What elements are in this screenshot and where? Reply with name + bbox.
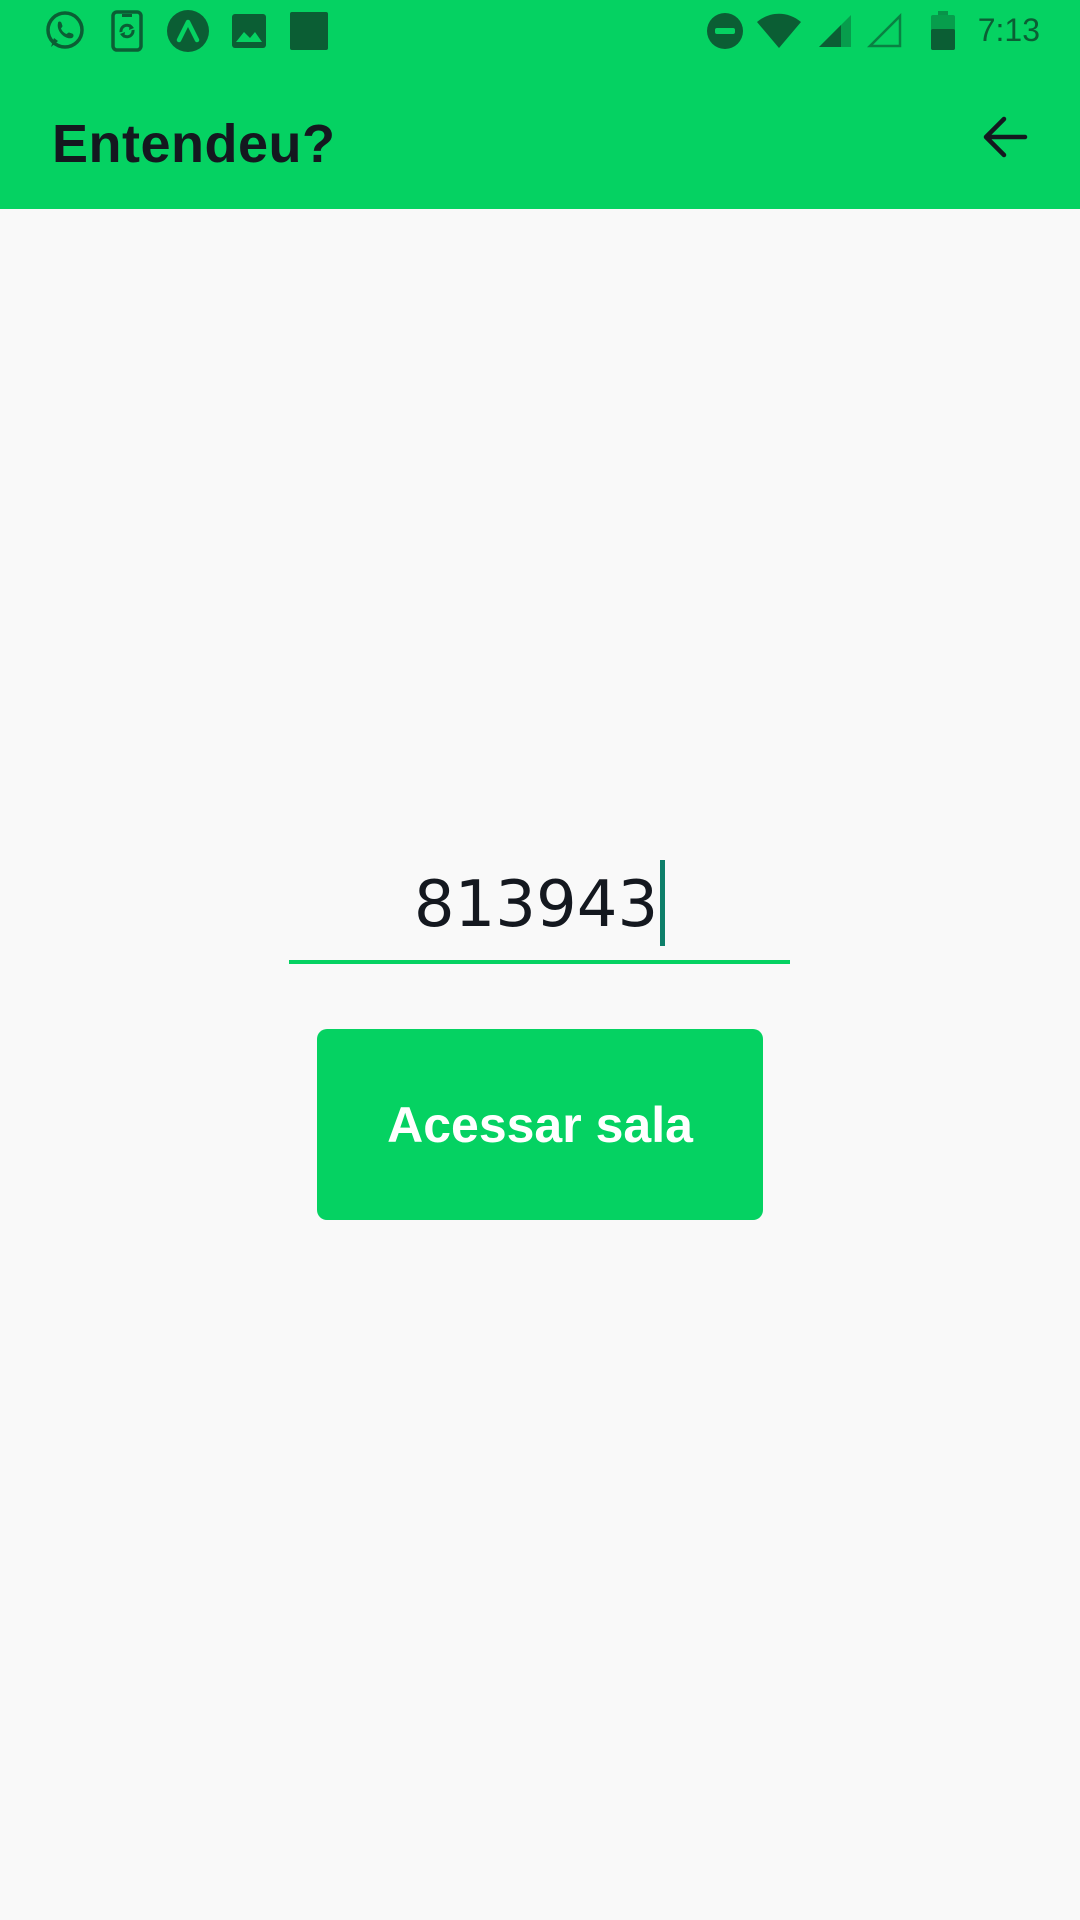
app-bar: Entendeu? [0,63,1080,209]
signal-empty-icon [862,8,908,54]
back-button[interactable] [970,107,1040,167]
phone-sync-icon [104,8,150,54]
square-icon [286,8,332,54]
battery-icon [920,8,966,54]
signal-icon [812,8,858,54]
arrow-left-icon [983,116,1028,158]
enter-room-button-label: Acessar sala [387,1096,693,1153]
room-code-value: 813943 [289,860,790,947]
whatsapp-icon [42,8,88,54]
wifi-icon [756,8,802,54]
do-not-disturb-icon [702,8,748,54]
image-icon [226,8,272,54]
page-title: Entendeu? [52,114,336,174]
text-caret [660,860,666,947]
status-bar: 7:13 [0,0,1080,63]
arrow-up-circle-icon [165,8,211,54]
room-code-text: 813943 [413,868,659,942]
room-code-input[interactable]: 813943 [289,858,790,964]
enter-room-button[interactable]: Acessar sala [317,1029,763,1220]
status-time: 7:13 [977,12,1040,48]
